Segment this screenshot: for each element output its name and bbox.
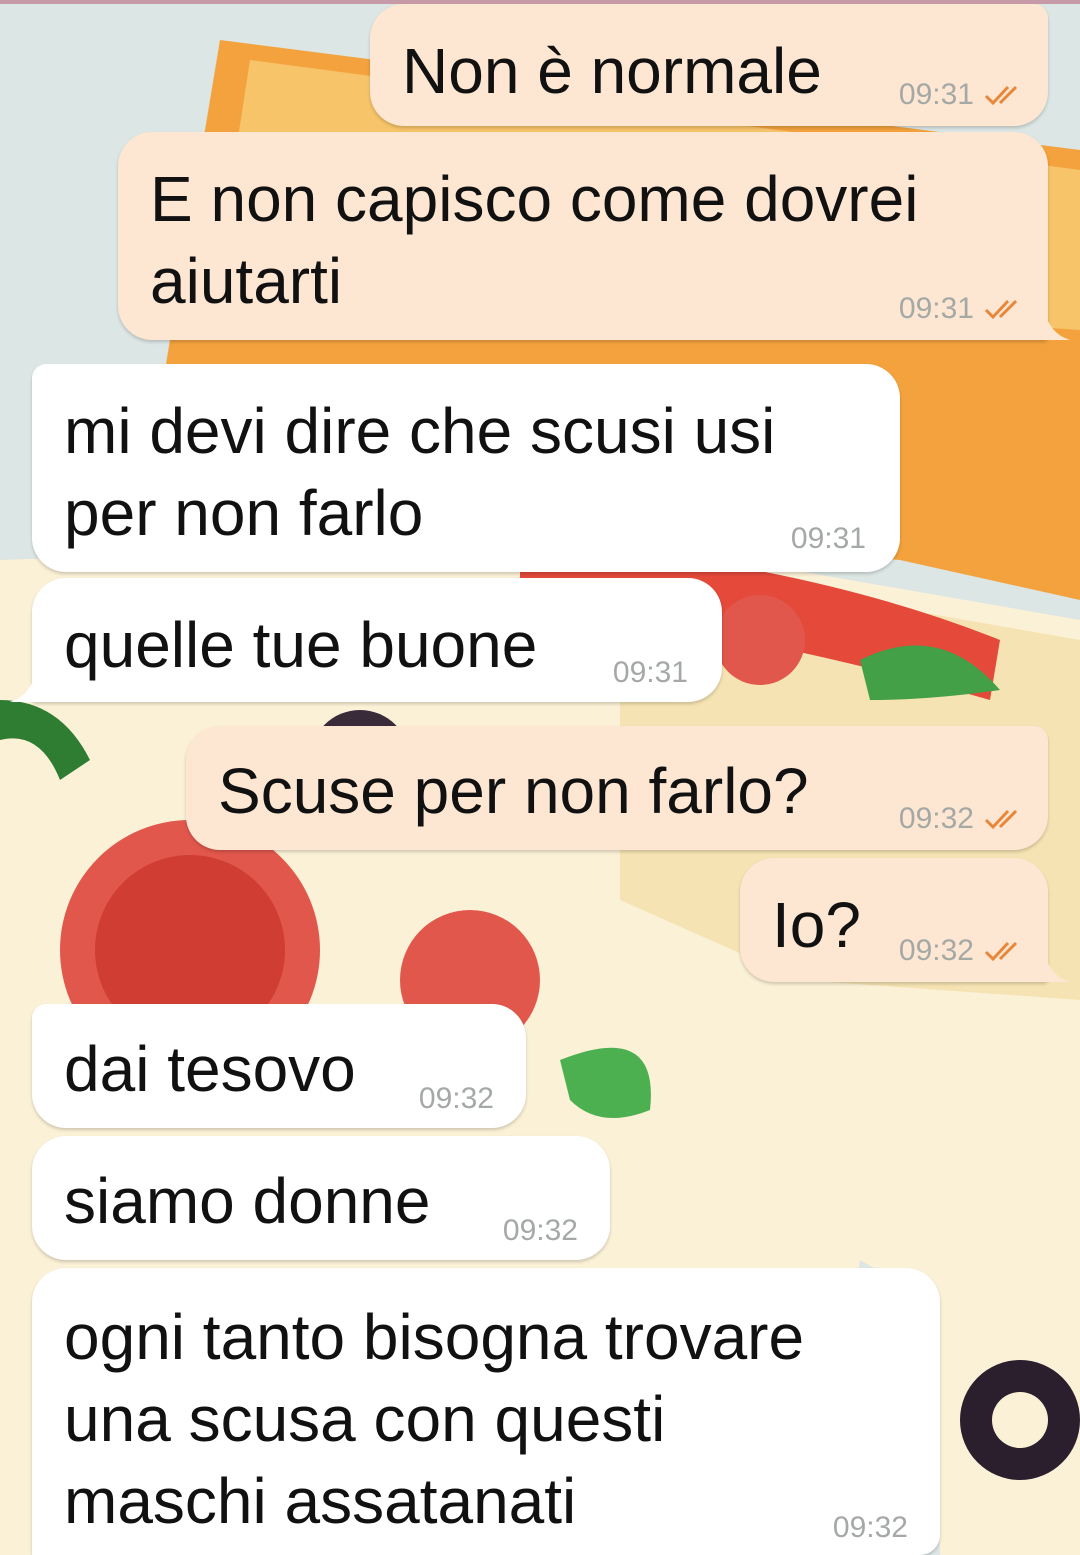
message-meta: 09:32 [419, 1082, 494, 1116]
double-check-icon [984, 809, 1018, 830]
message-meta: 09:32 [833, 1511, 908, 1545]
message-meta: 09:31 [899, 78, 1026, 112]
message-line: mi devi dire che scusi usi [64, 395, 776, 467]
bubble-tail [1044, 952, 1070, 982]
message-line: quelle tue buone [64, 609, 538, 681]
message-text: quelle tue buone [64, 604, 537, 686]
message-bubble-incoming[interactable]: mi devi dire che scusi usi per non farlo… [32, 364, 900, 572]
message-bubble-incoming[interactable]: siamo donne 09:32 [32, 1136, 610, 1260]
message-bubble-incoming[interactable]: ogni tanto bisogna trovare una scusa con… [32, 1268, 940, 1555]
message-meta: 09:32 [899, 934, 1026, 968]
message-bubble-outgoing[interactable]: E non capisco come dovrei aiutarti 09:31 [118, 132, 1048, 340]
message-meta: 09:32 [899, 802, 1026, 836]
message-time: 09:32 [418, 1082, 494, 1115]
message-text: mi devi dire che scusi usi per non farlo [64, 390, 775, 554]
message-line: Scuse per non farlo? [218, 755, 809, 827]
message-text: E non capisco come dovrei aiutarti [150, 158, 918, 322]
message-bubble-outgoing[interactable]: Io? 09:32 [740, 858, 1048, 982]
message-line: Io? [772, 889, 861, 961]
message-text: ogni tanto bisogna trovare una scusa con… [64, 1296, 804, 1542]
bubble-tail [10, 672, 36, 702]
double-check-icon [984, 941, 1018, 962]
message-meta: 09:31 [613, 656, 688, 690]
message-text: Scuse per non farlo? [218, 750, 809, 832]
message-time: 09:31 [898, 78, 974, 111]
message-line: una scusa con questi [64, 1383, 666, 1455]
message-text: siamo donne [64, 1160, 430, 1242]
message-line: E non capisco come dovrei [150, 163, 919, 235]
message-bubble-outgoing[interactable]: Non è normale 09:31 [370, 4, 1048, 126]
message-time: 09:31 [898, 292, 974, 325]
message-line: aiutarti [150, 245, 343, 317]
message-line: dai tesovo [64, 1033, 356, 1105]
message-line: per non farlo [64, 477, 424, 549]
message-line: Non è normale [402, 35, 822, 107]
message-bubble-incoming[interactable]: dai tesovo 09:32 [32, 1004, 526, 1128]
message-meta: 09:31 [791, 522, 866, 556]
message-line: maschi assatanati [64, 1465, 577, 1537]
bubble-tail [1044, 310, 1070, 340]
message-meta: 09:32 [503, 1214, 578, 1248]
message-text: Non è normale [402, 30, 822, 112]
message-line: siamo donne [64, 1165, 431, 1237]
message-text: Io? [772, 884, 861, 966]
double-check-icon [984, 299, 1018, 320]
message-time: 09:32 [898, 934, 974, 967]
message-time: 09:32 [832, 1511, 908, 1544]
message-bubble-incoming[interactable]: quelle tue buone 09:31 [32, 578, 722, 702]
message-time: 09:31 [612, 656, 688, 689]
message-bubble-outgoing[interactable]: Scuse per non farlo? 09:32 [186, 726, 1048, 850]
double-check-icon [984, 85, 1018, 106]
message-meta: 09:31 [899, 292, 1026, 326]
message-time: 09:31 [790, 522, 866, 555]
message-text: dai tesovo [64, 1028, 356, 1110]
message-line: ogni tanto bisogna trovare [64, 1301, 805, 1373]
message-time: 09:32 [898, 802, 974, 835]
message-time: 09:32 [502, 1214, 578, 1247]
